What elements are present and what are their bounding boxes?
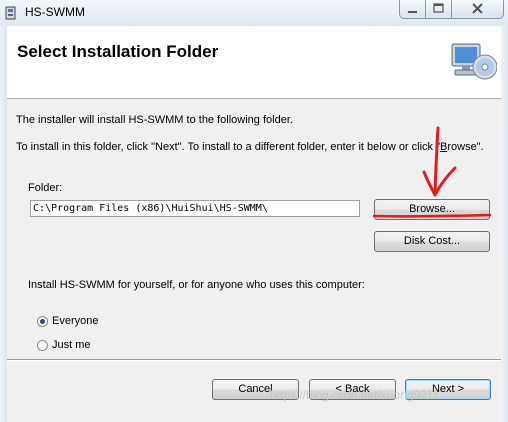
page-title: Select Installation Folder [17, 42, 219, 61]
folder-path-input[interactable]: C:\Program Files (x86)\HuiShui\HS-SWMM\ [30, 200, 360, 217]
intro-text: The installer will install HS-SWMM to th… [16, 114, 293, 126]
caption-buttons [399, 0, 504, 19]
option-everyone-label[interactable]: Everyone [52, 315, 98, 327]
title-bar[interactable]: HS-SWMM [0, 0, 508, 26]
radio-just-me[interactable] [37, 340, 48, 351]
radio-everyone[interactable] [37, 316, 48, 327]
watermark: https://blog.csdn.net/xuorig0211 [270, 388, 440, 402]
option-just-me-label[interactable]: Just me [52, 339, 91, 351]
window-frame-right [501, 26, 508, 422]
maximize-button[interactable] [426, 0, 452, 18]
close-icon [472, 3, 483, 14]
browse-button[interactable]: Browse... [374, 199, 490, 220]
window-title: HS-SWMM [25, 5, 85, 19]
maximize-icon [433, 3, 444, 13]
folder-label: Folder: [28, 182, 63, 194]
close-button[interactable] [452, 0, 503, 18]
instructions-part-2: rowse". [447, 141, 484, 153]
wizard-body: The installer will install HS-SWMM to th… [7, 99, 501, 422]
footer-divider [7, 359, 501, 361]
minimize-button[interactable] [400, 0, 426, 18]
install-for-prompt: Install HS-SWMM for yourself, or for any… [28, 279, 365, 291]
instructions-part-1: To install in this folder, click "Next".… [16, 141, 440, 153]
computer-cd-icon [451, 43, 497, 80]
window-frame-left [0, 26, 7, 422]
disk-cost-button[interactable]: Disk Cost... [374, 231, 490, 252]
instructions-text: To install in this folder, click "Next".… [16, 141, 484, 153]
wizard-header: Select Installation Folder [7, 26, 501, 99]
radio-selected-dot [40, 319, 45, 324]
installer-app-icon [5, 6, 16, 20]
minimize-icon [408, 11, 417, 13]
